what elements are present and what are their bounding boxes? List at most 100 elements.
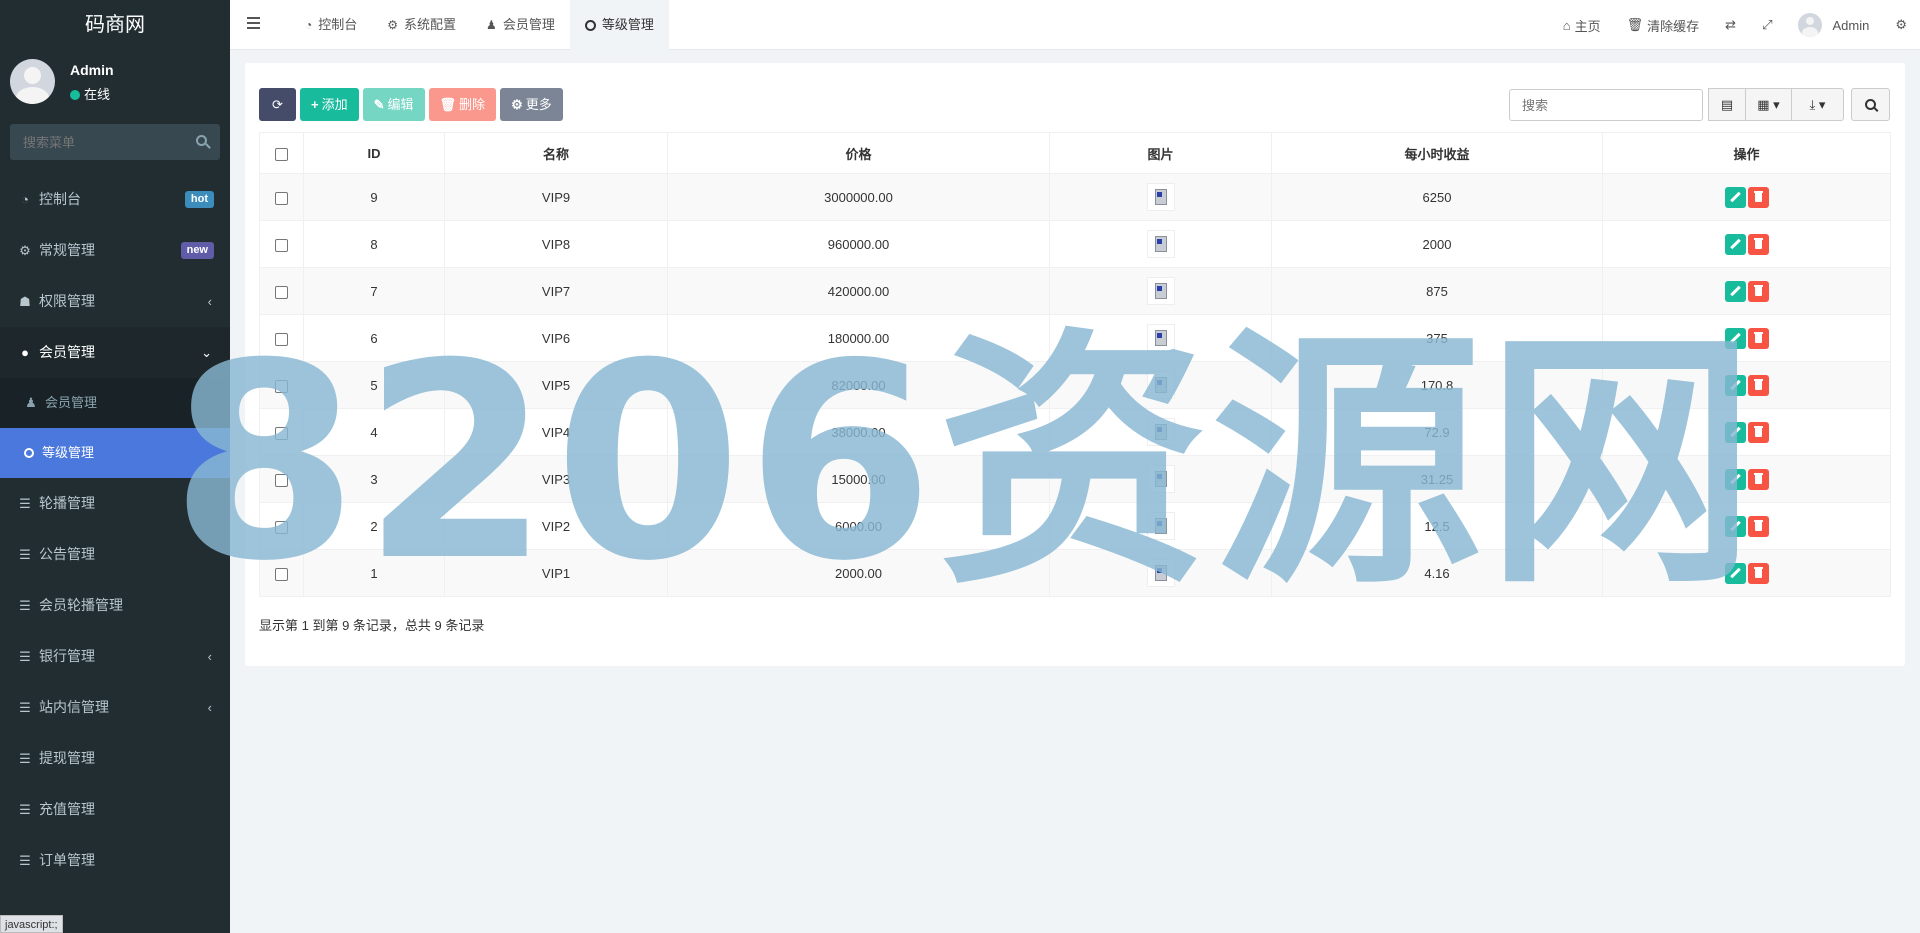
delete-button[interactable]: 🗑 删除 xyxy=(428,88,497,121)
delete-row-button[interactable] xyxy=(1747,515,1769,537)
level-thumbnail[interactable] xyxy=(1146,465,1175,493)
row-checkbox[interactable] xyxy=(275,332,288,346)
level-thumbnail[interactable] xyxy=(1146,230,1175,258)
row-checkbox[interactable] xyxy=(275,238,288,252)
search-icon[interactable] xyxy=(196,135,207,146)
edit-row-button[interactable] xyxy=(1724,280,1746,302)
edit-button[interactable]: ✎ 编辑 xyxy=(362,88,425,121)
sidebar-item-orders[interactable]: ☰ 订单管理 xyxy=(0,835,230,886)
tab-system-config[interactable]: ⚙ 系统配置 xyxy=(372,0,471,50)
tab-members[interactable]: ♟ 会员管理 xyxy=(471,0,570,50)
column-header[interactable]: 价格 xyxy=(667,132,1050,174)
edit-row-button[interactable] xyxy=(1724,468,1746,490)
refresh-button[interactable]: ⟳ xyxy=(259,88,296,121)
edit-row-button[interactable] xyxy=(1724,327,1746,349)
row-checkbox[interactable] xyxy=(275,567,288,581)
delete-row-button[interactable] xyxy=(1747,186,1769,208)
level-thumbnail[interactable] xyxy=(1146,183,1175,211)
level-thumbnail[interactable] xyxy=(1146,512,1175,540)
row-select-cell xyxy=(259,455,304,503)
sidebar-item-auth[interactable]: ☗ 权限管理 ‹ xyxy=(0,276,230,327)
level-thumbnail[interactable] xyxy=(1146,371,1175,399)
sidebar-item-messages[interactable]: ☰ 站内信管理 ‹ xyxy=(0,682,230,733)
row-select-cell xyxy=(259,361,304,409)
level-thumbnail[interactable] xyxy=(1146,324,1175,352)
sidebar-item-levels[interactable]: 等级管理 xyxy=(0,428,230,478)
language-button[interactable]: ⇄ xyxy=(1712,0,1749,50)
sidebar-item-notice[interactable]: ☰ 公告管理 xyxy=(0,529,230,580)
sidebar-item-bank[interactable]: ☰ 银行管理 ‹ xyxy=(0,631,230,682)
table-search-input[interactable] xyxy=(1509,89,1703,121)
clear-cache-button[interactable]: 🗑 清除缓存 xyxy=(1614,0,1713,50)
tab-levels[interactable]: 等级管理 xyxy=(569,0,669,50)
edit-row-button[interactable] xyxy=(1724,562,1746,584)
income-cell: 12.5 xyxy=(1271,502,1603,550)
column-header[interactable]: 图片 xyxy=(1049,132,1272,174)
row-checkbox[interactable] xyxy=(275,191,288,205)
row-checkbox[interactable] xyxy=(275,473,288,487)
income-cell: 4.16 xyxy=(1271,549,1603,597)
toggle-view-button[interactable]: ▤ xyxy=(1708,88,1746,121)
select-all-cell xyxy=(259,132,304,174)
name-cell: VIP7 xyxy=(444,267,668,315)
name-cell: VIP1 xyxy=(444,549,668,597)
row-checkbox[interactable] xyxy=(275,520,288,534)
sidebar-item-recharge[interactable]: ☰ 充值管理 xyxy=(0,784,230,835)
edit-row-button[interactable] xyxy=(1724,515,1746,537)
user-menu[interactable]: Admin xyxy=(1785,0,1882,50)
fullscreen-button[interactable]: ⤢ xyxy=(1749,0,1785,50)
edit-row-button[interactable] xyxy=(1724,186,1746,208)
edit-row-button[interactable] xyxy=(1724,233,1746,255)
income-cell: 6250 xyxy=(1271,173,1603,221)
delete-row-button[interactable] xyxy=(1747,421,1769,443)
income-cell: 170.8 xyxy=(1271,361,1603,409)
app-logo[interactable]: 码商网 xyxy=(0,0,230,50)
column-header[interactable]: ID xyxy=(303,132,445,174)
sidebar-item-dashboard[interactable]: ◔ 控制台 hot xyxy=(0,174,230,225)
sidebar-item-member-list[interactable]: ♟ 会员管理 xyxy=(0,378,230,428)
price-cell: 15000.00 xyxy=(667,455,1050,503)
price-cell: 82000.00 xyxy=(667,361,1050,409)
price-cell: 3000000.00 xyxy=(667,173,1050,221)
edit-row-button[interactable] xyxy=(1724,421,1746,443)
delete-row-button[interactable] xyxy=(1747,562,1769,584)
row-checkbox[interactable] xyxy=(275,379,288,393)
edit-row-button[interactable] xyxy=(1724,374,1746,396)
sidebar-item-label: 会员轮播管理 xyxy=(39,597,123,613)
more-label: 更多 xyxy=(525,97,552,112)
level-thumbnail[interactable] xyxy=(1146,418,1175,446)
delete-row-button[interactable] xyxy=(1747,327,1769,349)
sidebar-item-withdraw[interactable]: ☰ 提现管理 xyxy=(0,733,230,784)
delete-row-button[interactable] xyxy=(1747,280,1769,302)
more-button[interactable]: ⚙ 更多 xyxy=(500,88,563,121)
sidebar-item-member-carousel[interactable]: ☰ 会员轮播管理 xyxy=(0,580,230,631)
tab-dashboard[interactable]: ◔ 控制台 xyxy=(290,0,372,50)
sidebar-item-members[interactable]: ● 会员管理 ⌄ xyxy=(0,327,230,378)
level-thumbnail[interactable] xyxy=(1146,277,1175,305)
actions-cell xyxy=(1602,408,1891,456)
export-button[interactable]: ⤓ ▾ xyxy=(1792,88,1844,121)
delete-row-button[interactable] xyxy=(1747,374,1769,396)
column-header[interactable]: 名称 xyxy=(444,132,668,174)
row-checkbox[interactable] xyxy=(275,285,288,299)
sidebar-item-carousel[interactable]: ☰ 轮播管理 xyxy=(0,478,230,529)
id-cell: 8 xyxy=(303,220,445,268)
id-cell: 3 xyxy=(303,455,445,503)
home-link[interactable]: ⌂ 主页 xyxy=(1550,0,1614,50)
columns-button[interactable]: ▦ ▾ xyxy=(1746,88,1792,121)
delete-row-button[interactable] xyxy=(1747,468,1769,490)
delete-row-button[interactable] xyxy=(1747,233,1769,255)
table-row: 3 VIP3 15000.00 31.25 xyxy=(259,455,1891,503)
control-sidebar-toggle[interactable]: ⚙ xyxy=(1882,0,1920,50)
row-checkbox[interactable] xyxy=(275,426,288,440)
select-all-checkbox[interactable] xyxy=(275,147,288,161)
table-row: 6 VIP6 180000.00 375 xyxy=(259,314,1891,362)
nav-tabs: ◔ 控制台 ⚙ 系统配置 ♟ 会员管理 等级管理 xyxy=(290,0,669,50)
search-button[interactable] xyxy=(1851,88,1890,121)
level-thumbnail[interactable] xyxy=(1146,559,1175,587)
menu-toggle-icon[interactable] xyxy=(247,17,260,31)
menu-search-input[interactable] xyxy=(10,124,180,160)
sidebar-item-general[interactable]: ⚙ 常规管理 new xyxy=(0,225,230,276)
add-button[interactable]: + 添加 xyxy=(300,88,359,121)
column-header[interactable]: 每小时收益 xyxy=(1271,132,1603,174)
